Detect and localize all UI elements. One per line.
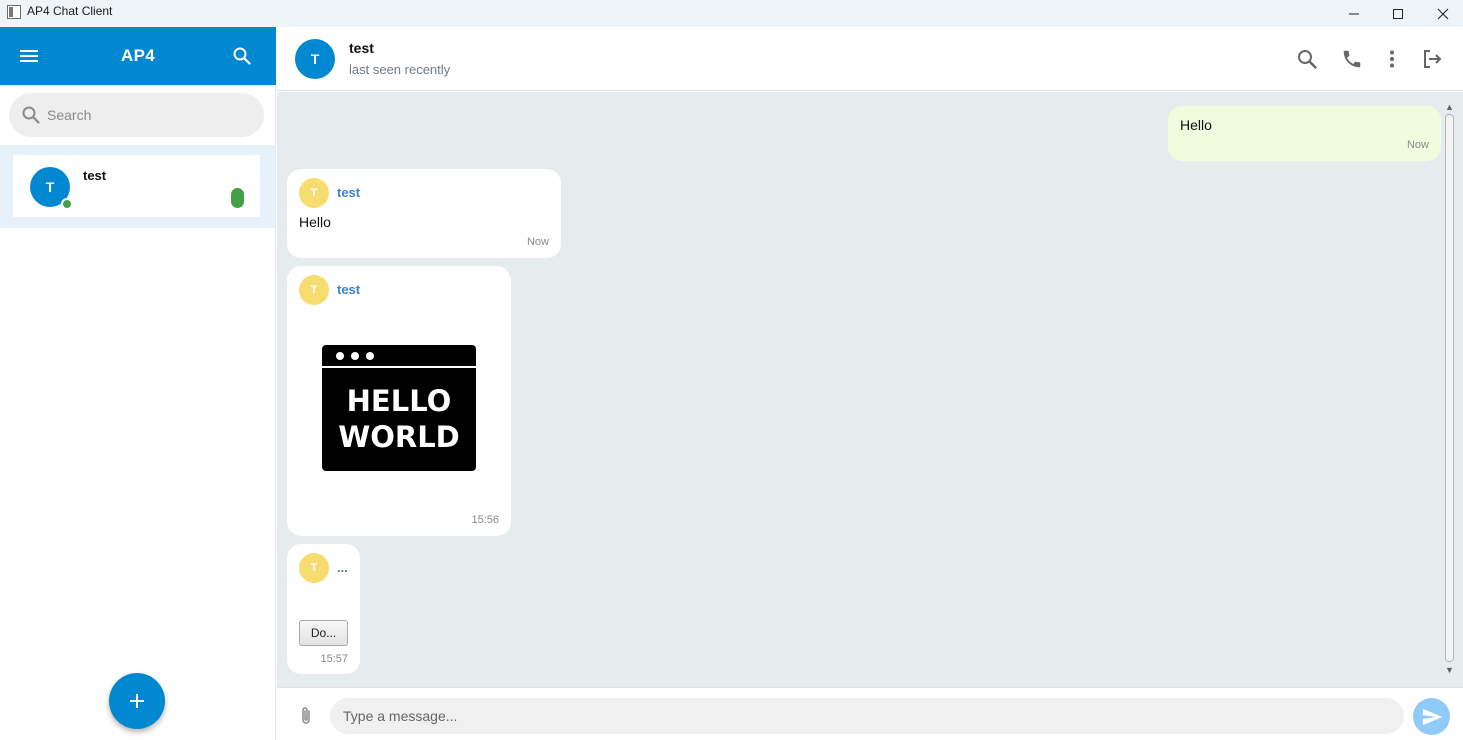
scroll-down-arrow-icon[interactable]: ▼ bbox=[1445, 665, 1454, 675]
send-button[interactable] bbox=[1413, 698, 1450, 735]
chat-name: test bbox=[83, 168, 107, 183]
message-bubble-incoming: T test HELLO WORLD 15:56 bbox=[287, 266, 511, 536]
maximize-icon bbox=[1393, 8, 1403, 19]
logout-icon[interactable] bbox=[1421, 48, 1443, 70]
sidebar-search bbox=[9, 93, 264, 137]
sender-name[interactable]: test bbox=[337, 282, 360, 297]
send-icon bbox=[1422, 708, 1442, 725]
search-icon bbox=[22, 106, 40, 124]
avatar: T bbox=[299, 553, 329, 583]
message-bubble-outgoing: Hello Now bbox=[1168, 106, 1441, 161]
message-time: 15:57 bbox=[320, 653, 348, 665]
minimize-icon bbox=[1349, 13, 1359, 14]
contact-name: test bbox=[349, 40, 374, 56]
scrollbar-thumb[interactable] bbox=[1445, 114, 1454, 662]
app-window: AP4 Chat Client AP4 T test bbox=[0, 0, 1463, 740]
message-bubble-incoming: T test Hello Now bbox=[287, 169, 561, 258]
sidebar-header: AP4 bbox=[0, 27, 276, 85]
unread-badge bbox=[231, 188, 244, 208]
close-icon bbox=[1437, 8, 1449, 19]
message-list: Hello Now T test Hello Now T test HELLO … bbox=[277, 92, 1463, 687]
scroll-up-arrow-icon[interactable]: ▲ bbox=[1445, 102, 1454, 112]
message-time: 15:56 bbox=[471, 514, 499, 526]
image-text-line: HELLO bbox=[346, 384, 452, 418]
conversation-panel: T test last seen recently Hello Now T te… bbox=[277, 27, 1463, 740]
avatar: T bbox=[295, 39, 335, 79]
paperclip-icon[interactable] bbox=[297, 705, 315, 727]
sender-name[interactable]: ... bbox=[337, 560, 348, 575]
message-text: Hello bbox=[299, 214, 331, 230]
chat-list-item[interactable]: T test bbox=[13, 155, 260, 217]
window-title: AP4 Chat Client bbox=[27, 4, 113, 18]
plus-icon bbox=[130, 694, 144, 708]
message-image[interactable]: HELLO WORLD bbox=[322, 345, 476, 471]
message-bubble-incoming: T ... Do... 15:57 bbox=[287, 544, 360, 674]
chat-header: T test last seen recently bbox=[277, 27, 1463, 91]
sender-name[interactable]: test bbox=[337, 185, 360, 200]
chat-list: T test bbox=[0, 145, 276, 228]
message-time: Now bbox=[1406, 139, 1429, 151]
search-icon[interactable] bbox=[1296, 48, 1318, 70]
app-icon bbox=[7, 5, 21, 19]
avatar: T bbox=[299, 275, 329, 305]
message-composer bbox=[277, 687, 1463, 740]
phone-icon[interactable] bbox=[1341, 48, 1363, 70]
search-input[interactable] bbox=[47, 93, 257, 137]
maximize-button[interactable] bbox=[1375, 0, 1421, 27]
image-text-line: WORLD bbox=[338, 420, 460, 454]
search-icon[interactable] bbox=[232, 46, 252, 66]
message-time: Now bbox=[526, 236, 549, 248]
avatar: T bbox=[299, 178, 329, 208]
title-bar: AP4 Chat Client bbox=[0, 0, 1463, 27]
message-scrollbar[interactable]: ▲ ▼ bbox=[1444, 92, 1456, 687]
close-button[interactable] bbox=[1420, 0, 1463, 27]
minimize-button[interactable] bbox=[1331, 0, 1377, 27]
online-indicator bbox=[61, 198, 73, 210]
more-vert-icon[interactable] bbox=[1381, 48, 1403, 70]
sidebar: AP4 T test bbox=[0, 27, 276, 740]
message-input[interactable] bbox=[330, 698, 1404, 734]
new-chat-button[interactable] bbox=[109, 673, 165, 729]
contact-status: last seen recently bbox=[349, 62, 451, 77]
message-text: Hello bbox=[1180, 117, 1212, 133]
download-button[interactable]: Do... bbox=[299, 620, 348, 646]
